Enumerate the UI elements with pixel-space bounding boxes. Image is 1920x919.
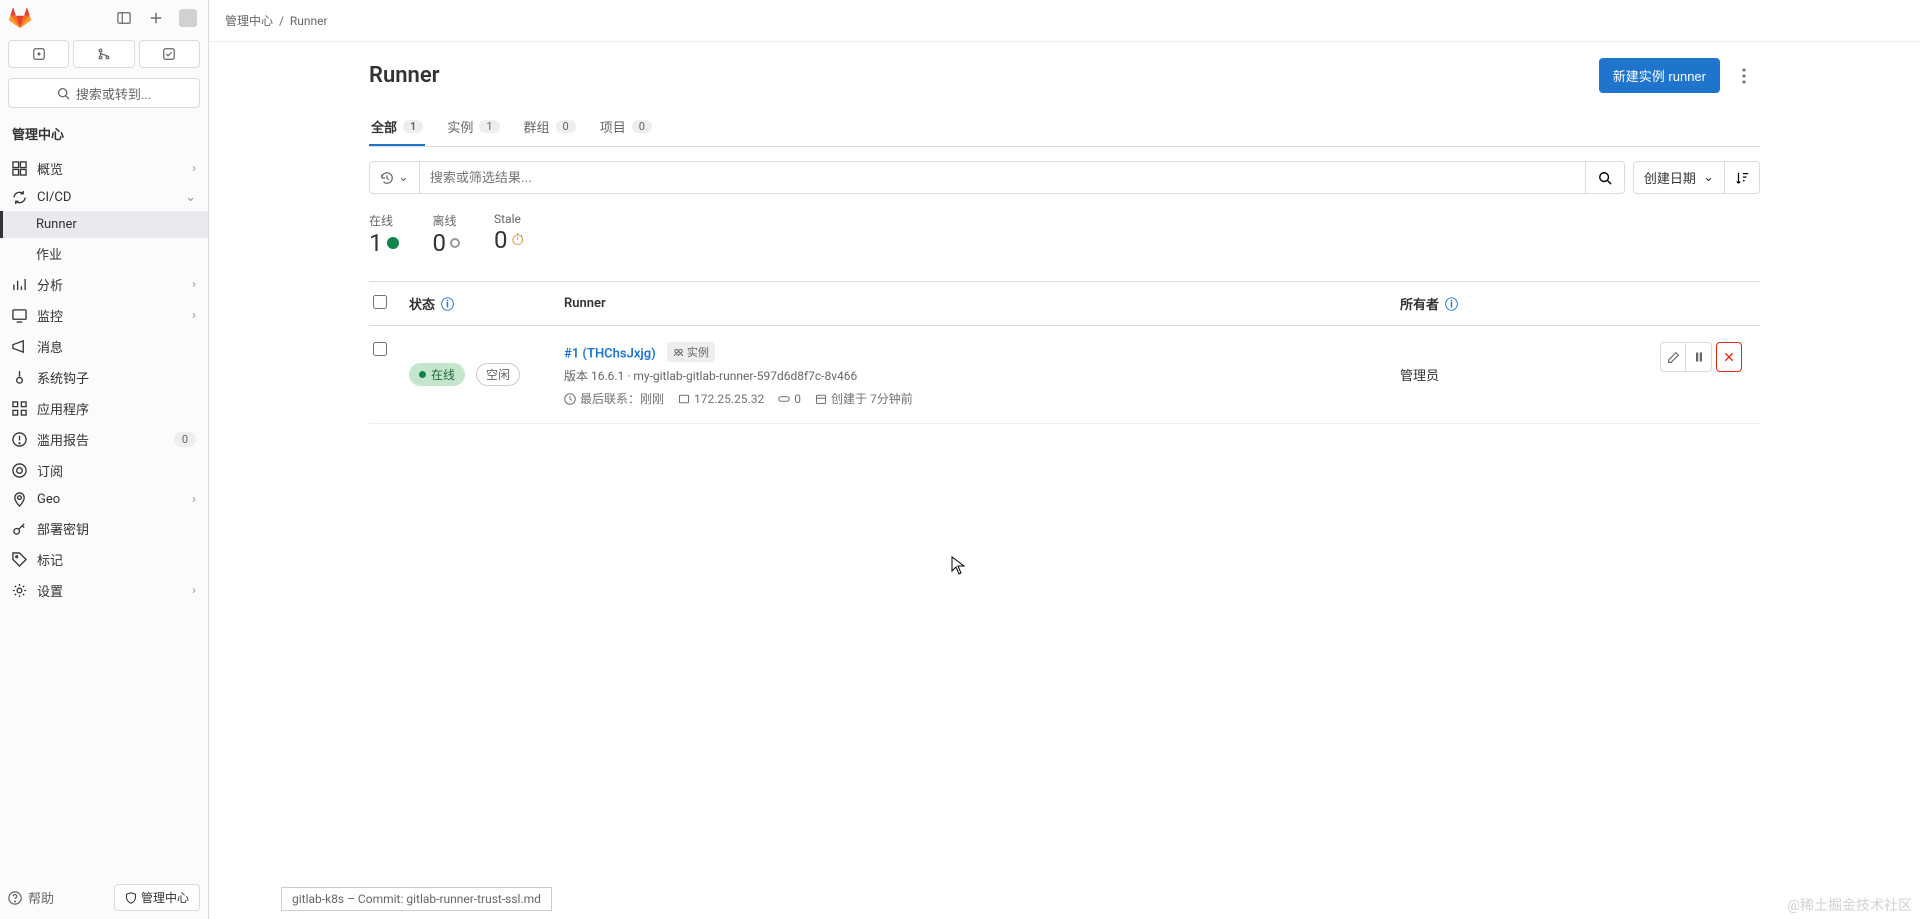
abuse-icon bbox=[12, 432, 27, 447]
runner-type-badge: 实例 bbox=[667, 342, 715, 362]
row-checkbox[interactable] bbox=[373, 342, 387, 356]
analytics-icon bbox=[12, 277, 27, 292]
chevron-down-icon: ⌄ bbox=[398, 170, 409, 185]
sidebar-section-title: 管理中心 bbox=[0, 114, 208, 153]
search-placeholder: 搜索或转到... bbox=[76, 84, 151, 103]
help-icon[interactable]: ⓘ bbox=[441, 294, 454, 313]
sidebar-item-settings[interactable]: 设置› bbox=[0, 575, 208, 606]
status-badge-idle: 空闲 bbox=[476, 363, 520, 386]
status-tooltip: gitlab-k8s – Commit: gitlab-runner-trust… bbox=[281, 887, 552, 911]
chevron-down-icon: ⌄ bbox=[185, 190, 196, 205]
help-icon[interactable]: ⓘ bbox=[1445, 294, 1458, 313]
hooks-icon bbox=[12, 370, 27, 385]
select-all-checkbox[interactable] bbox=[373, 295, 387, 309]
sidebar-item-monitor[interactable]: 监控› bbox=[0, 300, 208, 331]
jobs-icon bbox=[778, 393, 790, 405]
pause-button[interactable] bbox=[1686, 342, 1712, 372]
calendar-icon bbox=[815, 393, 827, 405]
sort-desc-icon bbox=[1735, 171, 1749, 185]
runner-version: 版本 16.6.1 · my-gitlab-gitlab-runner-597d… bbox=[564, 367, 1400, 384]
apps-icon bbox=[12, 401, 27, 416]
geo-icon bbox=[12, 492, 27, 507]
clock-icon bbox=[564, 393, 576, 405]
close-icon bbox=[1723, 351, 1735, 363]
collapse-icon[interactable] bbox=[112, 6, 136, 30]
table-row: 在线 空闲 #1 (THChsJxjg) 实例 版本 16.6.1 · my-g… bbox=[369, 326, 1760, 424]
tab-all[interactable]: 全部1 bbox=[369, 109, 425, 146]
sidebar-item-deploykeys[interactable]: 部署密钥 bbox=[0, 513, 208, 544]
status-dot-grey bbox=[450, 238, 460, 248]
sidebar-item-overview[interactable]: 概览› bbox=[0, 153, 208, 184]
status-dot-green bbox=[387, 237, 399, 249]
runner-id-link[interactable]: #1 (THChsJxjg) bbox=[564, 347, 656, 362]
admin-pill[interactable]: 管理中心 bbox=[114, 884, 200, 911]
chevron-right-icon: › bbox=[192, 161, 196, 176]
gear-icon bbox=[12, 583, 27, 598]
new-runner-button[interactable]: 新建实例 runner bbox=[1599, 58, 1720, 93]
watermark: @稀土掘金技术社区 bbox=[1787, 895, 1912, 915]
breadcrumb-root[interactable]: 管理中心 bbox=[225, 14, 273, 28]
sidebar-item-hooks[interactable]: 系统钩子 bbox=[0, 362, 208, 393]
admin-icon bbox=[125, 892, 137, 904]
megaphone-icon bbox=[12, 339, 27, 354]
sidebar-item-apps[interactable]: 应用程序 bbox=[0, 393, 208, 424]
breadcrumb-current: Runner bbox=[290, 14, 328, 28]
status-badge-online: 在线 bbox=[409, 363, 465, 386]
subscribe-icon bbox=[12, 463, 27, 478]
plus-icon[interactable] bbox=[144, 6, 168, 30]
pencil-icon bbox=[1667, 351, 1680, 364]
search-button[interactable] bbox=[1585, 161, 1625, 194]
ip-icon bbox=[678, 393, 690, 405]
sidebar-item-abuse[interactable]: 滥用报告0 bbox=[0, 424, 208, 455]
stat-stale: Stale 0⏱ bbox=[494, 212, 524, 257]
help-link[interactable]: 帮助 bbox=[8, 888, 54, 907]
sidebar-item-subscribe[interactable]: 订阅 bbox=[0, 455, 208, 486]
monitor-icon bbox=[12, 308, 27, 323]
tab-group[interactable]: 群组0 bbox=[522, 109, 578, 146]
merge-button[interactable] bbox=[73, 40, 134, 68]
tab-instance[interactable]: 实例1 bbox=[445, 109, 501, 146]
sidebar-item-geo[interactable]: Geo› bbox=[0, 486, 208, 513]
pause-icon bbox=[1693, 351, 1705, 363]
avatar[interactable] bbox=[176, 6, 200, 30]
todo-button[interactable] bbox=[139, 40, 200, 68]
cicd-icon bbox=[12, 190, 27, 205]
sort-direction-button[interactable] bbox=[1725, 161, 1760, 194]
sidebar-item-runner[interactable]: Runner bbox=[0, 211, 208, 238]
gitlab-logo[interactable] bbox=[8, 6, 32, 30]
sidebar-item-cicd[interactable]: CI/CD⌄ bbox=[0, 184, 208, 211]
more-menu-button[interactable] bbox=[1728, 60, 1760, 92]
stat-online: 在线 1 bbox=[369, 212, 399, 257]
sort-dropdown[interactable]: 创建日期 ⌄ bbox=[1633, 161, 1725, 194]
filter-input[interactable] bbox=[419, 161, 1585, 194]
sidebar-item-labels[interactable]: 标记 bbox=[0, 544, 208, 575]
history-button[interactable]: ⌄ bbox=[369, 161, 419, 194]
key-icon bbox=[12, 521, 27, 536]
overview-icon bbox=[12, 161, 27, 176]
sidebar-item-analytics[interactable]: 分析› bbox=[0, 269, 208, 300]
edit-button[interactable] bbox=[1660, 342, 1686, 372]
help-icon bbox=[8, 891, 22, 905]
label-icon bbox=[12, 552, 27, 567]
tab-project[interactable]: 项目0 bbox=[598, 109, 654, 146]
issues-button[interactable] bbox=[8, 40, 69, 68]
search-box[interactable]: 搜索或转到... bbox=[8, 78, 200, 108]
breadcrumb: 管理中心 / Runner bbox=[209, 0, 1920, 42]
sidebar-item-messages[interactable]: 消息 bbox=[0, 331, 208, 362]
history-icon bbox=[380, 171, 394, 185]
delete-button[interactable] bbox=[1716, 342, 1742, 372]
page-title: Runner bbox=[369, 63, 440, 88]
instance-icon bbox=[673, 347, 684, 358]
clock-warn-icon: ⏱ bbox=[512, 230, 524, 250]
stat-offline: 离线 0 bbox=[433, 212, 461, 257]
owner-cell: 管理员 bbox=[1400, 342, 1660, 407]
cursor-icon bbox=[951, 556, 965, 576]
sidebar-item-jobs[interactable]: 作业 bbox=[0, 238, 208, 269]
kebab-icon bbox=[1742, 68, 1746, 84]
search-icon bbox=[1598, 171, 1612, 185]
